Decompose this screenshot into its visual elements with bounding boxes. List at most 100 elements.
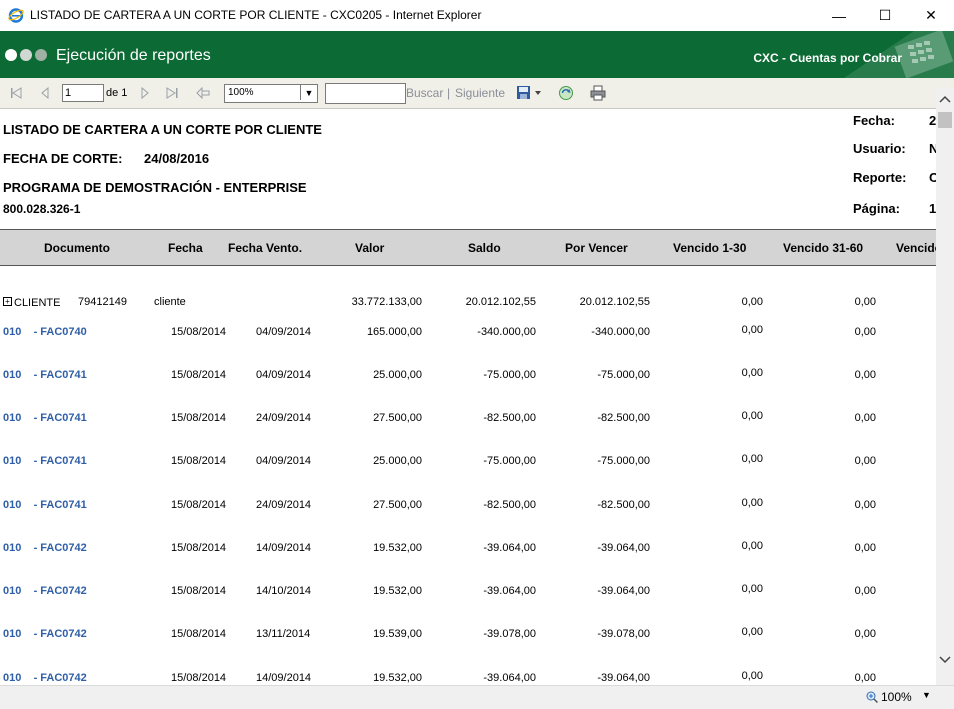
meta-usuario-label: Usuario: (853, 141, 906, 156)
row-vencido-1-30: 0,00 (741, 583, 763, 595)
row-por-vencer: -82.500,00 (597, 412, 650, 424)
row-por-vencer: -75.000,00 (597, 455, 650, 467)
client-label: CLIENTE (14, 297, 61, 309)
column-header: Por Vencer (565, 241, 628, 255)
meta-reporte-label: Reporte: (853, 170, 907, 185)
meta-pagina-value: 1 (929, 201, 936, 216)
column-header: Fecha Vento. (228, 241, 303, 255)
row-vencido-31-60: 0,00 (854, 369, 876, 381)
close-button[interactable]: ✕ (908, 0, 954, 31)
client-summary-row: + CLIENTE 79412149 cliente 33.772.133,00… (0, 296, 936, 311)
row-vencido-31-60: 0,00 (854, 499, 876, 511)
minimize-button[interactable]: — (816, 0, 862, 31)
report-viewer: LISTADO DE CARTERA A UN CORTE POR CLIENT… (0, 109, 936, 685)
client-vencido-1-30: 0,00 (741, 296, 763, 308)
chevron-down-icon[interactable]: ▼ (922, 690, 931, 700)
first-page-button[interactable] (9, 78, 23, 108)
row-documento[interactable]: 010 - FAC0742 (3, 542, 87, 554)
row-vencido-1-30: 0,00 (741, 497, 763, 509)
expand-plus-icon[interactable]: + (3, 297, 12, 306)
row-valor: 25.000,00 (373, 455, 422, 467)
column-header: Documento (44, 241, 110, 255)
next-page-button[interactable] (140, 78, 150, 108)
row-saldo: -75.000,00 (483, 369, 536, 381)
table-row: 010 - FAC0741 15/08/2014 04/09/2014 25.000,… (0, 367, 936, 383)
table-row: 010 - FAC0741 15/08/2014 24/09/2014 27.500,… (0, 497, 936, 513)
client-id: 79412149 (78, 296, 127, 308)
row-vencido-31-60: 0,00 (854, 455, 876, 467)
search-link[interactable]: Buscar (406, 86, 443, 100)
row-documento[interactable]: 010 - FAC0741 (3, 412, 87, 424)
dot-icon (5, 49, 17, 61)
row-por-vencer: -39.064,00 (597, 585, 650, 597)
row-valor: 27.500,00 (373, 412, 422, 424)
scrollbar-thumb[interactable] (938, 112, 952, 128)
row-saldo: -75.000,00 (483, 455, 536, 467)
status-zoom-value: 100% (881, 690, 912, 704)
maximize-button[interactable]: ☐ (862, 0, 908, 31)
row-saldo: -39.064,00 (483, 672, 536, 684)
previous-page-button[interactable] (40, 78, 50, 108)
row-fecha: 15/08/2014 (171, 585, 227, 597)
report-toolbar: de 1 100% ▼ Buscar | Siguiente (0, 78, 954, 109)
print-button[interactable] (590, 78, 606, 108)
company-nit: 800.028.326-1 (3, 202, 81, 216)
client-valor: 33.772.133,00 (351, 296, 422, 308)
row-fecha-vento: 04/09/2014 (256, 369, 312, 381)
row-documento[interactable]: 010 - FAC0742 (3, 585, 87, 597)
page-number-input[interactable] (62, 84, 104, 102)
save-disk-icon (517, 86, 541, 99)
first-page-icon (11, 87, 22, 99)
table-row: 010 - FAC0742 15/08/2014 14/09/2014 19.532,… (0, 670, 936, 685)
row-vencido-1-30: 0,00 (741, 453, 763, 465)
row-vencido-1-30: 0,00 (741, 540, 763, 552)
export-button[interactable] (516, 78, 542, 108)
status-bar: 100% ▼ (0, 685, 954, 709)
back-button[interactable] (196, 78, 210, 108)
row-documento[interactable]: 010 - FAC0742 (3, 628, 87, 640)
row-fecha: 15/08/2014 (171, 672, 227, 684)
row-fecha-vento: 24/09/2014 (256, 499, 312, 511)
module-name: CXC - Cuentas por Cobrar (753, 51, 902, 65)
table-row: 010 - FAC0742 15/08/2014 14/10/2014 19.532,… (0, 583, 936, 599)
zoom-select[interactable]: 100% ▼ (224, 84, 318, 103)
scroll-up-icon[interactable] (936, 88, 954, 110)
find-next-link[interactable]: Siguiente (455, 86, 505, 100)
row-fecha-vento: 14/09/2014 (256, 542, 312, 554)
row-fecha: 15/08/2014 (171, 412, 227, 424)
client-por-vencer: 20.012.102,55 (579, 296, 650, 308)
last-page-button[interactable] (165, 78, 179, 108)
row-documento[interactable]: 010 - FAC0740 (3, 326, 87, 338)
table-row: 010 - FAC0740 15/08/2014 04/09/2014 165.000… (0, 324, 936, 340)
column-header: Vencido 1-30 (673, 241, 747, 255)
printer-icon (590, 85, 606, 101)
row-fecha-vento: 14/09/2014 (256, 672, 312, 684)
search-input[interactable] (325, 83, 406, 104)
internet-explorer-icon (8, 8, 24, 23)
app-banner: Ejecución de reportes CXC - Cuentas por … (0, 31, 954, 78)
status-zoom[interactable]: 100% (866, 690, 912, 704)
back-arrow-icon (196, 87, 210, 99)
vertical-scrollbar[interactable] (936, 88, 954, 685)
row-documento[interactable]: 010 - FAC0742 (3, 672, 87, 684)
table-row: 010 - FAC0741 15/08/2014 24/09/2014 27.500,… (0, 410, 936, 426)
table-row: 010 - FAC0741 15/08/2014 04/09/2014 25.000,… (0, 453, 936, 469)
row-documento[interactable]: 010 - FAC0741 (3, 369, 87, 381)
row-saldo: -82.500,00 (483, 499, 536, 511)
page-count-label: de 1 (106, 87, 128, 99)
client-vencido-31-60: 0,00 (854, 296, 876, 308)
row-vencido-1-30: 0,00 (741, 367, 763, 379)
row-por-vencer: -75.000,00 (597, 369, 650, 381)
row-documento[interactable]: 010 - FAC0741 (3, 499, 87, 511)
client-saldo: 20.012.102,55 (465, 296, 536, 308)
meta-reporte-value: C (929, 170, 936, 185)
meta-usuario-value: N (929, 141, 936, 156)
meta-pagina-label: Página: (853, 201, 900, 216)
column-header: Vencido 31-60 (783, 241, 864, 255)
refresh-button[interactable] (558, 78, 574, 108)
column-header: Saldo (468, 241, 501, 255)
scroll-down-icon[interactable] (936, 649, 954, 671)
zoom-select-value: 100% (228, 87, 254, 98)
row-documento[interactable]: 010 - FAC0741 (3, 455, 87, 467)
row-vencido-31-60: 0,00 (854, 628, 876, 640)
